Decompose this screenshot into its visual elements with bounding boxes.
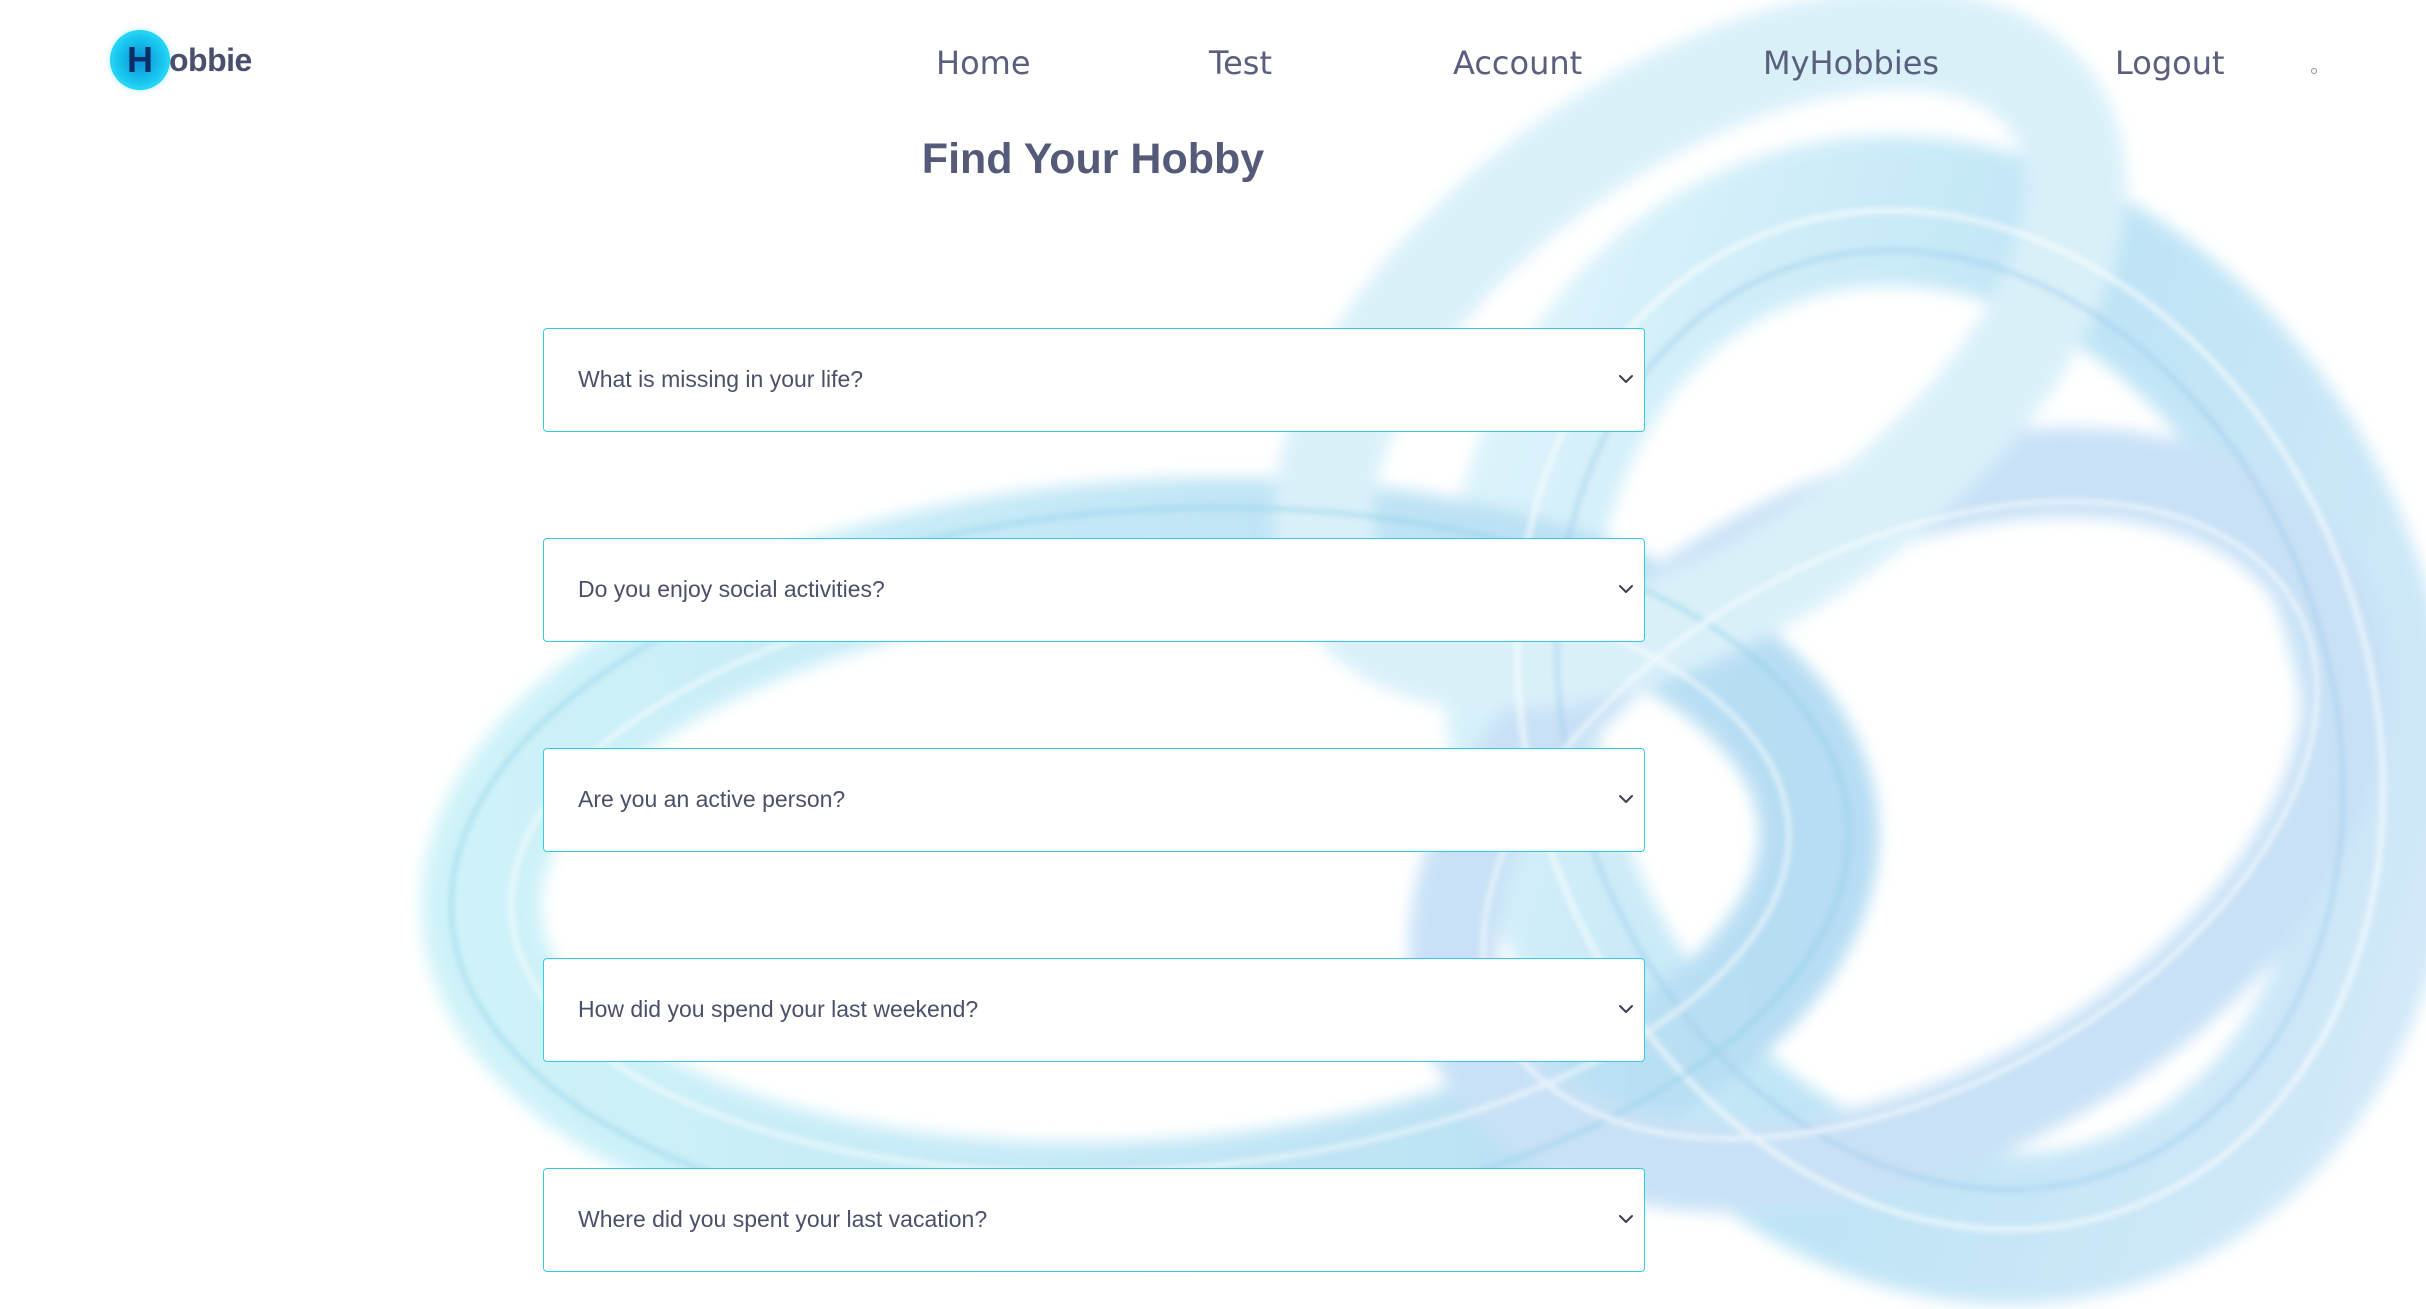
nav-indicator-dot — [2311, 68, 2317, 74]
question-select-1[interactable]: What is missing in your life? — [543, 328, 1645, 432]
question-select-3[interactable]: Are you an active person? — [543, 748, 1645, 852]
question-label: Do you enjoy social activities? — [578, 576, 885, 602]
nav-home[interactable]: Home — [936, 44, 1031, 82]
question-label: Where did you spent your last vacation? — [578, 1206, 988, 1232]
main-nav: Home Test Account MyHobbies Logout — [0, 44, 2426, 94]
nav-logout[interactable]: Logout — [2115, 44, 2225, 82]
background-swirl — [421, 0, 2426, 1305]
chevron-down-icon — [1619, 1005, 1633, 1013]
site-header: H obbie Home Test Account MyHobbies Logo… — [0, 0, 2426, 130]
chevron-down-icon — [1619, 795, 1633, 803]
nav-account[interactable]: Account — [1453, 44, 1582, 82]
question-label: Are you an active person? — [578, 786, 846, 812]
page-title: Find Your Hobby — [921, 135, 1265, 183]
question-select-2[interactable]: Do you enjoy social activities? — [543, 538, 1645, 642]
question-label: What is missing in your life? — [578, 366, 864, 392]
nav-test[interactable]: Test — [1209, 44, 1272, 82]
chevron-down-icon — [1619, 1215, 1633, 1223]
chevron-down-icon — [1619, 585, 1633, 593]
chevron-down-icon — [1619, 375, 1633, 383]
question-select-5[interactable]: Where did you spent your last vacation? — [543, 1168, 1645, 1272]
question-label: How did you spend your last weekend? — [578, 996, 979, 1022]
nav-myhobbies[interactable]: MyHobbies — [1763, 44, 1939, 82]
question-select-4[interactable]: How did you spend your last weekend? — [543, 958, 1645, 1062]
